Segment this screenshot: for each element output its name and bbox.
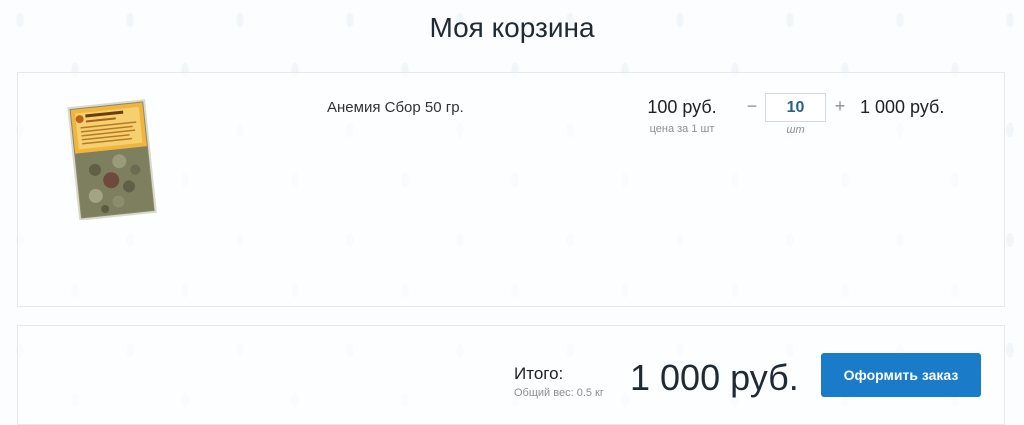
quantity-unit-label: шт bbox=[786, 124, 805, 136]
decrease-quantity-button[interactable]: − bbox=[742, 95, 762, 117]
increase-quantity-button[interactable]: + bbox=[830, 95, 850, 117]
total-amount: 1 000 руб. bbox=[630, 357, 799, 398]
quantity-input[interactable] bbox=[765, 93, 826, 122]
cart-item: Анемия Сбор 50 гр. 100 руб. цена за 1 шт… bbox=[17, 72, 1005, 307]
order-summary: Итого: Общий вес: 0.5 кг 1 000 руб. Офор… bbox=[17, 325, 1005, 425]
product-name[interactable]: Анемия Сбор 50 гр. bbox=[327, 99, 464, 116]
product-image[interactable] bbox=[64, 98, 160, 220]
total-label: Итого: bbox=[514, 364, 564, 383]
checkout-button[interactable]: Оформить заказ bbox=[821, 353, 981, 397]
unit-price: 100 руб. bbox=[647, 97, 717, 117]
line-total: 1 000 руб. bbox=[860, 97, 945, 117]
page-title: Моя корзина bbox=[429, 12, 595, 43]
unit-price-caption: цена за 1 шт bbox=[649, 123, 715, 135]
total-weight: Общий вес: 0.5 кг bbox=[514, 387, 604, 399]
